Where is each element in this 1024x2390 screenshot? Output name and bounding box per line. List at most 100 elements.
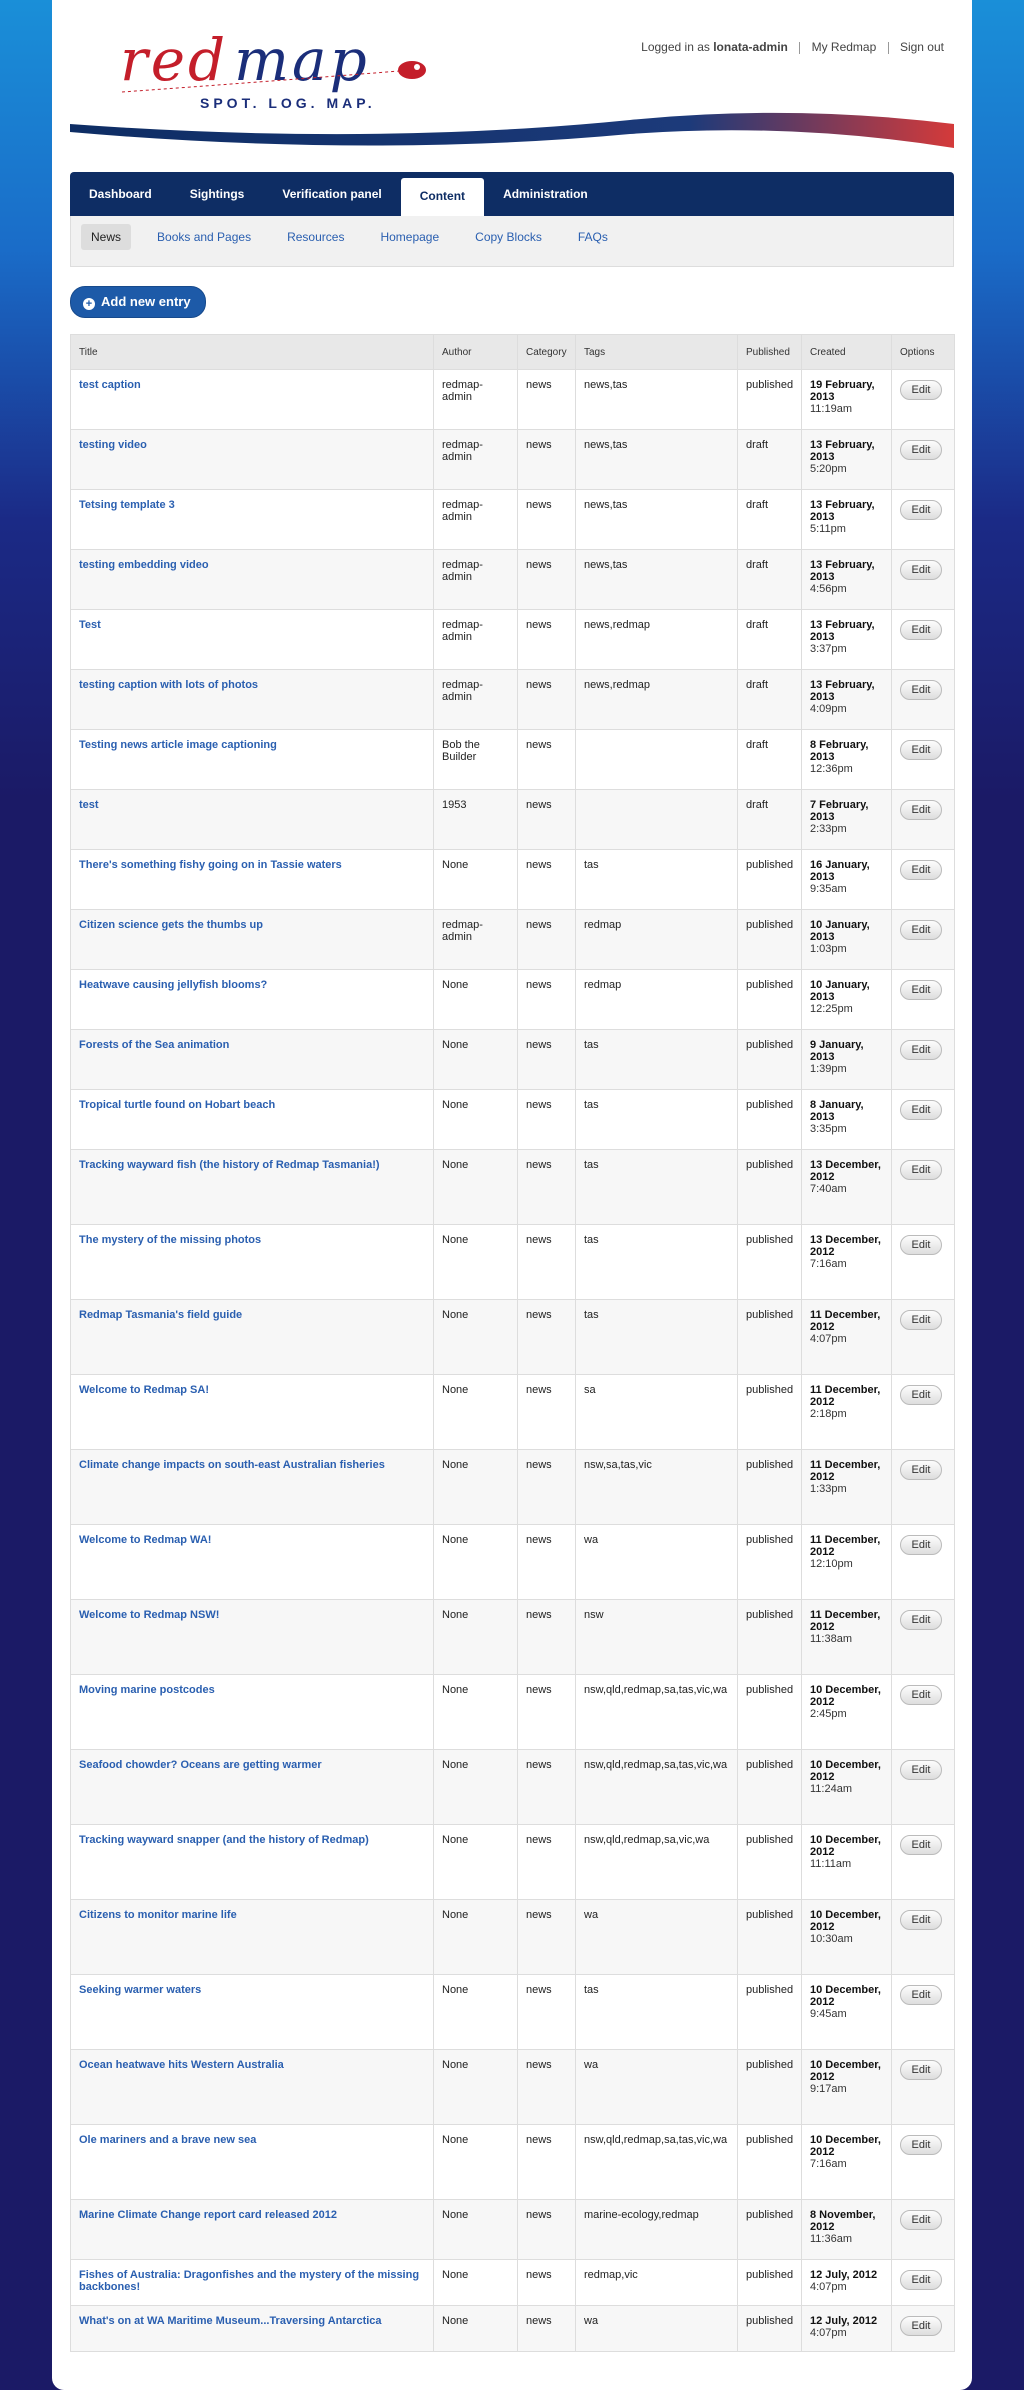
col-title[interactable]: Title [70, 334, 434, 370]
row-title-link[interactable]: testing embedding video [70, 549, 434, 610]
row-created-time: 5:11pm [810, 523, 846, 535]
edit-button[interactable]: Edit [900, 740, 942, 760]
subnav-resources[interactable]: Resources [277, 224, 354, 250]
subnav-books-and-pages[interactable]: Books and Pages [147, 224, 261, 250]
row-title-link[interactable]: The mystery of the missing photos [70, 1224, 434, 1300]
row-author: None [433, 1224, 518, 1300]
col-published[interactable]: Published [737, 334, 802, 370]
edit-button[interactable]: Edit [900, 1985, 942, 2005]
row-options: Edit [891, 1374, 955, 1450]
row-title-link[interactable]: Climate change impacts on south-east Aus… [70, 1449, 434, 1525]
edit-button[interactable]: Edit [900, 1835, 942, 1855]
col-created[interactable]: Created [801, 334, 892, 370]
edit-button[interactable]: Edit [900, 2060, 942, 2080]
row-title-link[interactable]: Tracking wayward snapper (and the histor… [70, 1824, 434, 1900]
edit-button[interactable]: Edit [900, 1310, 942, 1330]
row-title-link[interactable]: Seeking warmer waters [70, 1974, 434, 2050]
my-redmap-link[interactable]: My Redmap [812, 40, 877, 54]
row-created-date: 12 July, 2012 [810, 2269, 878, 2281]
edit-button[interactable]: Edit [900, 2316, 942, 2336]
edit-button[interactable]: Edit [900, 380, 942, 400]
row-created-time: 11:36am [810, 2233, 852, 2245]
col-author[interactable]: Author [433, 334, 518, 370]
edit-button[interactable]: Edit [900, 1385, 942, 1405]
edit-button[interactable]: Edit [900, 1685, 942, 1705]
edit-button[interactable]: Edit [900, 2270, 942, 2290]
row-title-link[interactable]: What's on at WA Maritime Museum...Traver… [70, 2305, 434, 2352]
edit-button[interactable]: Edit [900, 800, 942, 820]
edit-button[interactable]: Edit [900, 980, 942, 1000]
row-published-status: published [737, 2049, 802, 2125]
table-row: testing video redmap-admin news news,tas dra… [70, 429, 955, 490]
row-title-link[interactable]: Test [70, 609, 434, 670]
edit-button[interactable]: Edit [900, 1100, 942, 1120]
row-title-link[interactable]: Welcome to Redmap SA! [70, 1374, 434, 1450]
row-created-date: 10 December, 2012 [810, 1984, 881, 2008]
row-options: Edit [891, 1299, 955, 1375]
row-title-link[interactable]: Welcome to Redmap NSW! [70, 1599, 434, 1675]
subnav-faqs[interactable]: FAQs [568, 224, 618, 250]
row-published-status: published [737, 1449, 802, 1525]
edit-button[interactable]: Edit [900, 1160, 942, 1180]
row-title-link[interactable]: Testing news article image captioning [70, 729, 434, 790]
row-title-link[interactable]: Fishes of Australia: Dragonfishes and th… [70, 2259, 434, 2306]
nav-content[interactable]: Content [400, 178, 485, 216]
col-category[interactable]: Category [517, 334, 576, 370]
col-tags[interactable]: Tags [575, 334, 738, 370]
row-title-link[interactable]: There's something fishy going on in Tass… [70, 849, 434, 910]
row-title-link[interactable]: Citizens to monitor marine life [70, 1899, 434, 1975]
row-title-link[interactable]: testing caption with lots of photos [70, 669, 434, 730]
edit-button[interactable]: Edit [900, 2210, 942, 2230]
row-title-link[interactable]: test [70, 789, 434, 850]
nav-verification-panel[interactable]: Verification panel [263, 172, 400, 216]
row-title-link[interactable]: Marine Climate Change report card releas… [70, 2199, 434, 2260]
edit-button[interactable]: Edit [900, 920, 942, 940]
edit-button[interactable]: Edit [900, 1535, 942, 1555]
row-title-link[interactable]: Ole mariners and a brave new sea [70, 2124, 434, 2200]
row-title-link[interactable]: Tropical turtle found on Hobart beach [70, 1089, 434, 1150]
edit-button[interactable]: Edit [900, 500, 942, 520]
row-created: 16 January, 2013 9:35am [801, 849, 892, 910]
row-author: redmap-admin [433, 909, 518, 970]
edit-button[interactable]: Edit [900, 1760, 942, 1780]
edit-button[interactable]: Edit [900, 1610, 942, 1630]
row-title-link[interactable]: testing video [70, 429, 434, 490]
row-category: news [517, 1149, 576, 1225]
row-title-link[interactable]: Forests of the Sea animation [70, 1029, 434, 1090]
row-title-link[interactable]: Ocean heatwave hits Western Australia [70, 2049, 434, 2125]
edit-button[interactable]: Edit [900, 1910, 942, 1930]
nav-sightings[interactable]: Sightings [171, 172, 264, 216]
add-new-entry-button[interactable]: + Add new entry [70, 286, 206, 318]
row-created: 11 December, 2012 12:10pm [801, 1524, 892, 1600]
edit-button[interactable]: Edit [900, 860, 942, 880]
edit-button[interactable]: Edit [900, 2135, 942, 2155]
row-created: 10 December, 2012 9:45am [801, 1974, 892, 2050]
subnav-copy-blocks[interactable]: Copy Blocks [465, 224, 552, 250]
row-title-link[interactable]: Heatwave causing jellyfish blooms? [70, 969, 434, 1030]
row-tags: marine-ecology,redmap [575, 2199, 738, 2260]
edit-button[interactable]: Edit [900, 1235, 942, 1255]
row-title-link[interactable]: Moving marine postcodes [70, 1674, 434, 1750]
row-created-time: 9:35am [810, 883, 847, 895]
row-title-link[interactable]: Welcome to Redmap WA! [70, 1524, 434, 1600]
row-created-date: 8 February, 2013 [810, 739, 869, 763]
row-title-link[interactable]: test caption [70, 369, 434, 430]
row-created-time: 7:40am [810, 1183, 847, 1195]
row-category: news [517, 2259, 576, 2306]
sign-out-link[interactable]: Sign out [900, 40, 944, 54]
edit-button[interactable]: Edit [900, 560, 942, 580]
edit-button[interactable]: Edit [900, 1040, 942, 1060]
nav-dashboard[interactable]: Dashboard [70, 172, 171, 216]
row-title-link[interactable]: Redmap Tasmania's field guide [70, 1299, 434, 1375]
subnav-news[interactable]: News [81, 224, 132, 250]
edit-button[interactable]: Edit [900, 680, 942, 700]
subnav-homepage[interactable]: Homepage [370, 224, 449, 250]
row-title-link[interactable]: Tracking wayward fish (the history of Re… [70, 1149, 434, 1225]
edit-button[interactable]: Edit [900, 620, 942, 640]
nav-administration[interactable]: Administration [484, 172, 607, 216]
row-title-link[interactable]: Seafood chowder? Oceans are getting warm… [70, 1749, 434, 1825]
edit-button[interactable]: Edit [900, 1460, 942, 1480]
edit-button[interactable]: Edit [900, 440, 942, 460]
row-title-link[interactable]: Citizen science gets the thumbs up [70, 909, 434, 970]
row-title-link[interactable]: Tetsing template 3 [70, 489, 434, 550]
